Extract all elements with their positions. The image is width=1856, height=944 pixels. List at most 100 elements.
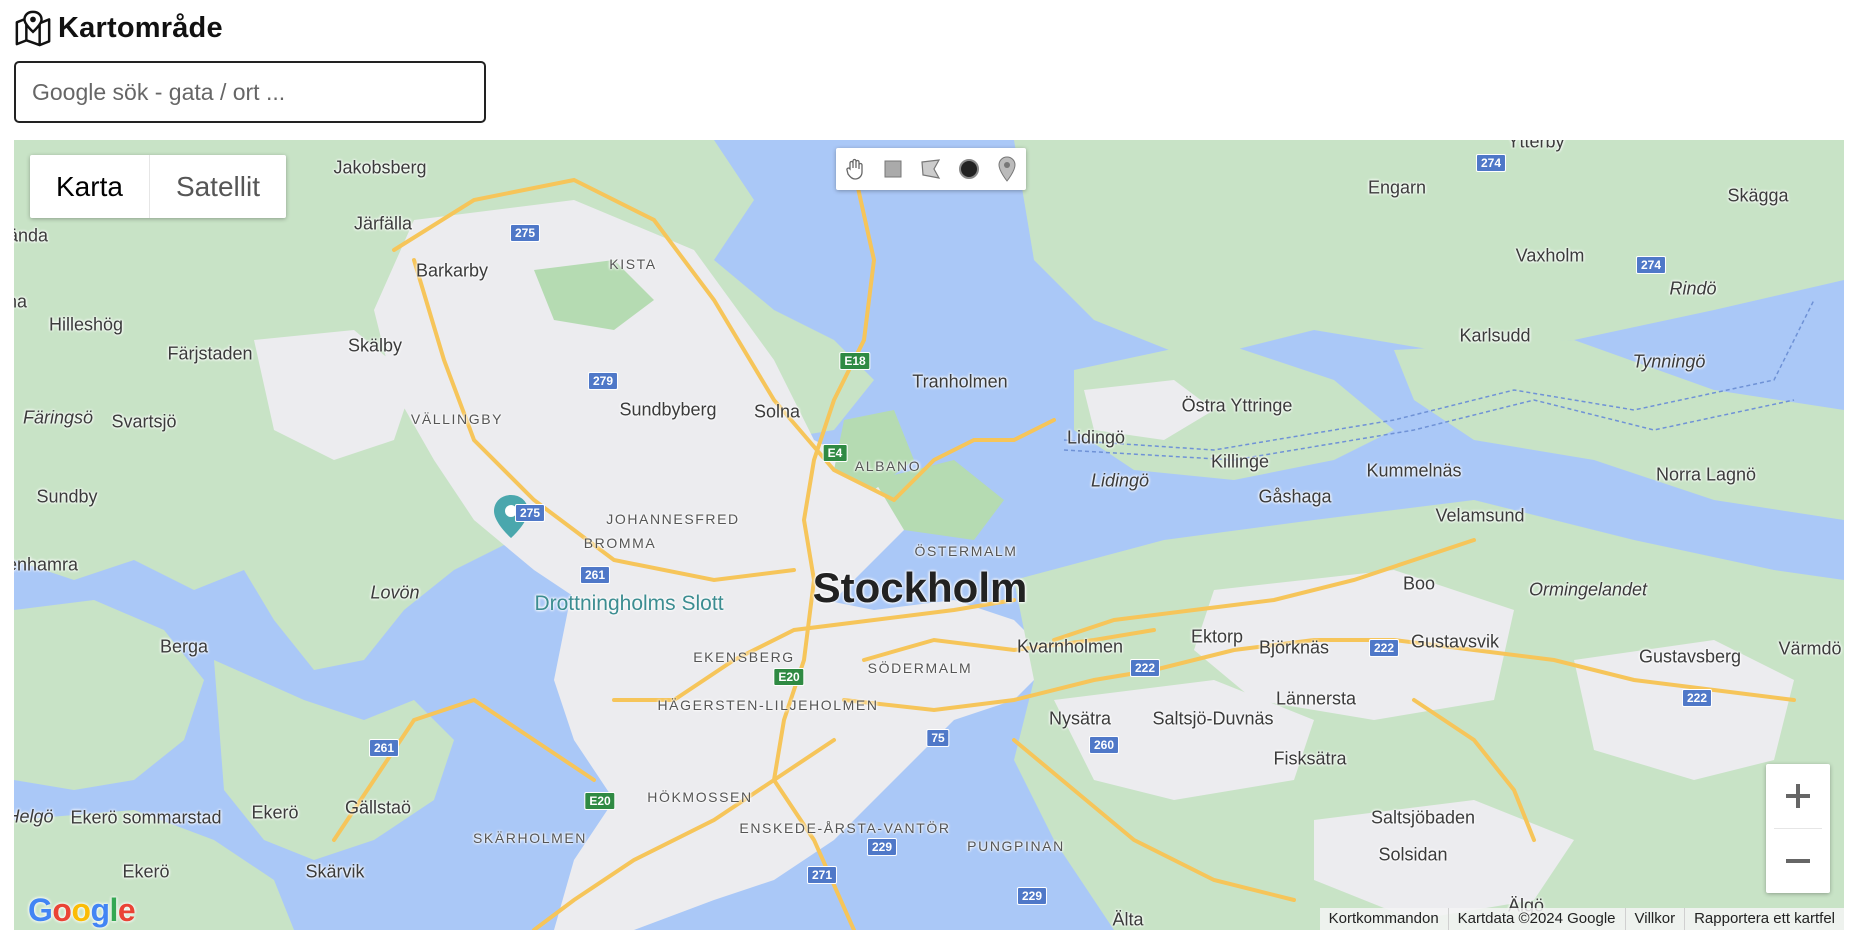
map-place-label: Killinge <box>1210 451 1270 472</box>
map-place-label: Helgö <box>14 806 54 827</box>
road-shield: 229 <box>866 838 898 856</box>
map-place-label: Lidingö <box>1066 427 1126 448</box>
map-place-label: Skärvik <box>305 861 365 882</box>
map-place-label: Saltsjöbaden <box>1370 807 1476 828</box>
road-shield: 261 <box>579 566 611 584</box>
road-shield: 279 <box>587 372 619 390</box>
road-shield: 275 <box>509 224 541 242</box>
map-place-label: Ekerö <box>122 861 170 882</box>
map-place-label: Ekerö sommarstad <box>70 807 222 828</box>
map-place-label: HÖKMOSSEN <box>647 789 753 805</box>
map-attribution: Kortkommandon Kartdata ©2024 Google Vill… <box>1319 908 1844 930</box>
map-place-label: Fisksätra <box>1273 748 1347 769</box>
terms-link[interactable]: Villkor <box>1624 908 1685 930</box>
map-place-label: Norra Lagnö <box>1655 464 1757 485</box>
map-place-label: ÖSTERMALM <box>914 543 1018 559</box>
road-shield: E20 <box>584 792 616 810</box>
report-error-link[interactable]: Rapportera ett kartfel <box>1684 908 1844 930</box>
map-place-label: JOHANNESFRED <box>606 511 740 527</box>
map-place-label: Björknäs <box>1258 637 1330 658</box>
circle-icon[interactable] <box>950 148 988 190</box>
road-shield: 275 <box>514 504 546 522</box>
zoom-out-button[interactable] <box>1766 829 1830 893</box>
map-place-label: VÄLLINGBY <box>410 411 504 427</box>
map-place-label: una <box>14 291 28 312</box>
map-place-label: Lännersta <box>1275 688 1357 709</box>
map-place-label: Gåshaga <box>1258 486 1332 507</box>
plus-icon <box>1786 784 1810 808</box>
page-title: Kartområde <box>58 11 223 44</box>
road-shield: 222 <box>1129 659 1161 677</box>
map-place-label: BROMMA <box>583 535 657 551</box>
map-marker-icon <box>15 10 51 47</box>
map-place-label: Lidingö <box>1090 470 1150 491</box>
map-place-label: EKENSBERG <box>693 649 795 665</box>
map-place-label: Gällstaö <box>344 797 412 818</box>
map-place-label: PUNGPINAN <box>967 838 1065 854</box>
map-place-label: ilända <box>14 225 49 246</box>
map-place-label: SÖDERMALM <box>867 660 973 676</box>
polygon-icon[interactable] <box>912 148 950 190</box>
map-data-text: Kartdata ©2024 Google <box>1447 908 1625 930</box>
map-place-label: Saltsjö-Duvnäs <box>1152 708 1274 729</box>
road-shield: 260 <box>1088 736 1120 754</box>
map-place-label: ALBANO <box>854 458 922 474</box>
map-place-label: KISTA <box>609 256 657 272</box>
map-place-label: Färingsö <box>22 407 94 428</box>
road-shield: 261 <box>368 739 400 757</box>
zoom-control <box>1766 764 1830 893</box>
road-shield: 274 <box>1635 256 1667 274</box>
road-shield: E20 <box>773 668 805 686</box>
map-place-label: Velamsund <box>1435 505 1525 526</box>
map-place-label: Tranholmen <box>912 371 1008 392</box>
map-place-label: Gustavsberg <box>1638 646 1742 667</box>
road-shield: 271 <box>806 866 838 884</box>
map-place-label: Solna <box>753 401 801 422</box>
map-place-label: Nysätra <box>1048 708 1112 729</box>
map-place-label: Drottningholms Slott <box>534 592 724 615</box>
road-shield: 222 <box>1368 639 1400 657</box>
rectangle-icon[interactable] <box>874 148 912 190</box>
road-shield: 229 <box>1016 887 1048 905</box>
map-place-label: Rindö <box>1669 278 1717 299</box>
map-place-label: Ekerö <box>251 802 299 823</box>
map-place-label: Kummelnäs <box>1366 460 1462 481</box>
header: Kartområde <box>14 8 223 48</box>
map-type-satellite-button[interactable]: Satellit <box>148 155 286 218</box>
map-place-label: Gustavsvik <box>1410 631 1500 652</box>
map-place-label: Skälby <box>347 335 403 356</box>
map-place-label: Sundby <box>36 486 98 507</box>
map-place-label: Vaxholm <box>1515 245 1585 266</box>
hand-pan-icon[interactable] <box>836 148 874 190</box>
map-place-label: Jakobsberg <box>333 157 427 178</box>
road-shield: 222 <box>1681 689 1713 707</box>
map-place-label: Älta <box>1112 909 1144 930</box>
map-place-label: Ormingelandet <box>1528 579 1648 600</box>
map-place-label: SKÄRHOLMEN <box>472 830 588 846</box>
marker-icon[interactable] <box>988 148 1026 190</box>
map-place-label: Värmdö <box>1778 638 1842 659</box>
map-place-label: Engarn <box>1367 177 1427 198</box>
zoom-in-button[interactable] <box>1766 764 1830 828</box>
google-logo[interactable]: Google <box>28 892 136 929</box>
map-place-label: Ytterby <box>1507 140 1565 152</box>
road-shield: E4 <box>822 444 848 462</box>
map-place-label: Hilleshög <box>48 314 124 335</box>
map-place-label: Skägga <box>1727 185 1789 206</box>
road-shield: 75 <box>926 729 950 747</box>
map-place-label: Kvarnholmen <box>1016 636 1124 657</box>
map-place-label: Barkarby <box>415 260 489 281</box>
map-place-label: Stockholm <box>812 564 1028 611</box>
map-place-label: Östra Yttringe <box>1181 395 1293 416</box>
keyboard-shortcuts-link[interactable]: Kortkommandon <box>1320 908 1448 930</box>
map-place-label: ENSKEDE-ÅRSTA-VANTÖR <box>739 820 951 836</box>
search-input[interactable] <box>14 61 486 123</box>
map-type-control: Karta Satellit <box>30 155 286 218</box>
map-place-label: Berga <box>159 636 209 657</box>
map-place-label: Järfälla <box>353 213 413 234</box>
map-place-label: Färjstaden <box>167 343 253 364</box>
map-place-label: Solsidan <box>1378 844 1448 865</box>
map[interactable]: Stockholm Drottningholms Slott Jakobsberg J… <box>14 140 1844 930</box>
drawing-toolbar <box>836 148 1026 190</box>
map-type-map-button[interactable]: Karta <box>30 155 149 218</box>
